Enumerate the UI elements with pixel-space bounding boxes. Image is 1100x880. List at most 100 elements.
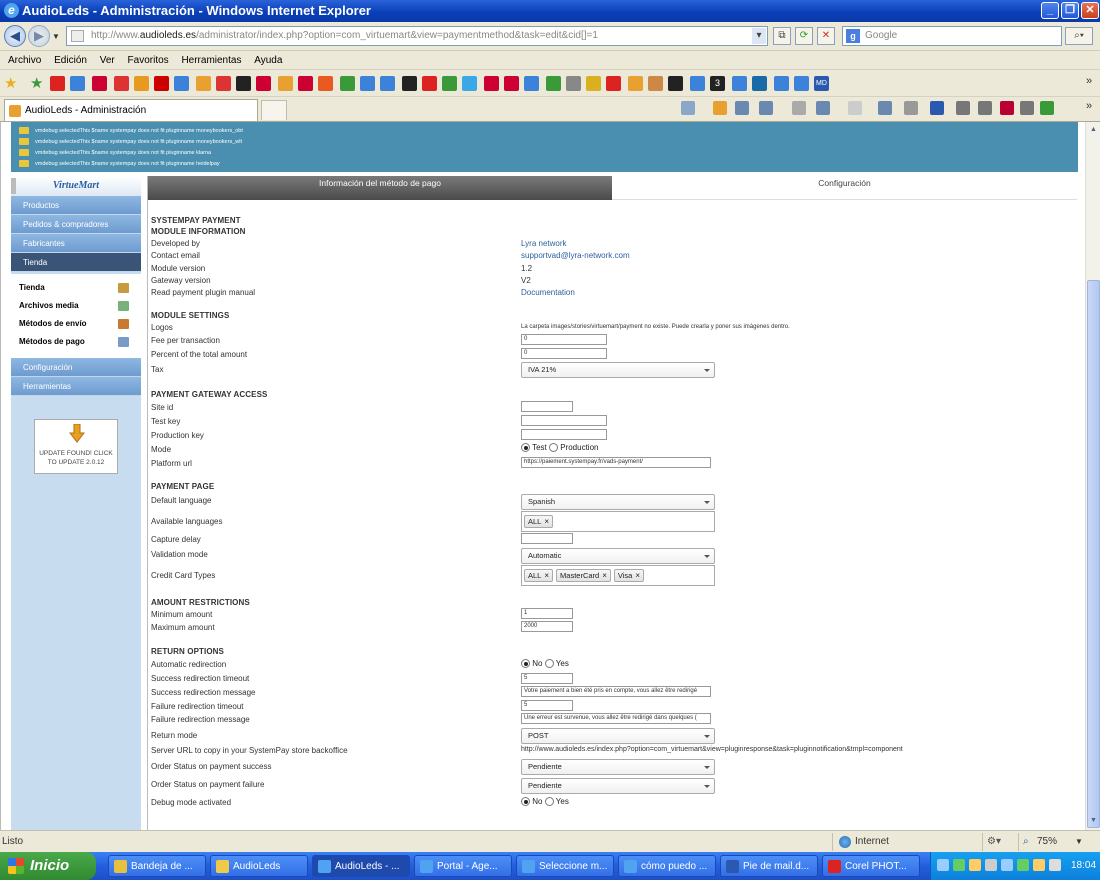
fav-icon-27[interactable] <box>566 76 581 91</box>
fav-icon-25[interactable] <box>524 76 539 91</box>
remove-chip-icon[interactable]: × <box>602 571 607 580</box>
read-mail-icon[interactable] <box>735 101 749 115</box>
minimize-button[interactable]: _ <box>1041 2 1059 19</box>
collapse-handle[interactable] <box>11 178 16 194</box>
volume-icon[interactable] <box>1049 859 1061 871</box>
fav-icon-16[interactable] <box>340 76 355 91</box>
fav-icon-35[interactable] <box>732 76 747 91</box>
fav-icon-38[interactable] <box>794 76 809 91</box>
tab-audioleds[interactable]: AudioLeds - Administración <box>4 99 258 121</box>
mode-test-radio[interactable] <box>521 443 530 453</box>
adobe-icon[interactable] <box>114 76 129 91</box>
debug-yes-radio[interactable] <box>544 797 554 807</box>
order-status-success-select[interactable]: Pendiente <box>521 759 715 775</box>
tray-icon[interactable] <box>937 859 949 871</box>
fav-icon-33[interactable] <box>690 76 705 91</box>
production-key-input[interactable] <box>521 429 607 440</box>
remove-chip-icon[interactable]: × <box>635 571 640 580</box>
maximize-button[interactable]: ❐ <box>1061 2 1079 19</box>
fav-icon-23[interactable] <box>484 76 499 91</box>
help-icon[interactable] <box>930 101 944 115</box>
fav-icon-11[interactable] <box>236 76 251 91</box>
fav-icon-39[interactable]: MD <box>814 76 829 91</box>
stop-icon[interactable]: ✕ <box>817 27 835 45</box>
compat-view-icon[interactable]: ⧉ <box>773 27 791 45</box>
clock[interactable]: 18:04 <box>1071 852 1096 880</box>
failure-timeout-input[interactable]: 5 <box>521 700 573 711</box>
fav-icon-30[interactable] <box>628 76 643 91</box>
menu-favoritos[interactable]: Favoritos <box>128 55 169 66</box>
tray-icon[interactable] <box>985 859 997 871</box>
tray-icon[interactable] <box>1001 859 1013 871</box>
fav-icon-19[interactable] <box>402 76 417 91</box>
tab-configuracion[interactable]: Configuración <box>612 176 1077 200</box>
capture-delay-input[interactable] <box>521 533 573 544</box>
refresh-icon[interactable]: ⟳ <box>795 27 813 45</box>
taskbar-item[interactable]: Bandeja de ... <box>108 855 206 877</box>
zoom-icon[interactable] <box>759 101 773 115</box>
taskbar-item[interactable]: Pie de mail.d... <box>720 855 818 877</box>
maximum-amount-input[interactable]: 2000 <box>521 621 573 632</box>
menu-herramientas[interactable]: Herramientas <box>181 55 241 66</box>
subnav-metodos-envio[interactable]: Métodos de envío <box>19 315 133 333</box>
order-status-failure-select[interactable]: Pendiente <box>521 778 715 794</box>
protected-mode-cell[interactable]: ⚙▾ <box>982 833 1016 851</box>
fav-icon-4[interactable] <box>92 76 107 91</box>
sidebar-item-tienda[interactable]: Tienda <box>11 253 141 272</box>
forward-button[interactable]: ▶ <box>28 25 50 47</box>
platform-url-input[interactable]: https://paiement.systempay.fr/vads-payme… <box>521 457 711 468</box>
scroll-down-icon[interactable]: ▼ <box>1087 814 1100 828</box>
tray-icon[interactable] <box>1017 859 1029 871</box>
default-language-select[interactable]: Spanish <box>521 494 715 510</box>
new-tab-button[interactable] <box>261 100 287 120</box>
sidebar-item-pedidos[interactable]: Pedidos & compradores <box>11 215 141 234</box>
zoom-cell[interactable]: ⌕ 75% ▼ <box>1018 833 1084 851</box>
menu-ayuda[interactable]: Ayuda <box>254 55 282 66</box>
taskbar-item[interactable]: Seleccione m... <box>516 855 614 877</box>
fav-icon-21[interactable] <box>442 76 457 91</box>
search-input[interactable]: g Google <box>842 26 1062 46</box>
fav-icon-31[interactable] <box>648 76 663 91</box>
percent-input[interactable]: 0 <box>521 348 607 359</box>
fav-icon-37[interactable] <box>774 76 789 91</box>
twitter-icon[interactable] <box>462 76 477 91</box>
print-icon[interactable] <box>816 101 830 115</box>
fav-icon-20[interactable] <box>422 76 437 91</box>
sidebar-item-fabricantes[interactable]: Fabricantes <box>11 234 141 253</box>
success-timeout-input[interactable]: 5 <box>521 673 573 684</box>
vertical-scrollbar[interactable]: ▲ ▼ <box>1085 122 1100 830</box>
site-id-input[interactable] <box>521 401 573 412</box>
fav-icon-29[interactable] <box>606 76 621 91</box>
ie-fav-icon[interactable] <box>70 76 85 91</box>
remove-chip-icon[interactable]: × <box>544 571 549 580</box>
toolbar-overflow-icon[interactable]: » <box>1086 100 1092 112</box>
tray-icon[interactable] <box>953 859 965 871</box>
close-button[interactable]: ✕ <box>1081 2 1099 19</box>
fav-icon-17[interactable] <box>360 76 375 91</box>
back-button[interactable]: ◀ <box>4 25 26 47</box>
fav-icon-7[interactable] <box>154 76 169 91</box>
sidebar-item-herramientas[interactable]: Herramientas <box>11 377 141 396</box>
fav-icon-14[interactable] <box>298 76 313 91</box>
youtube-icon[interactable] <box>50 76 65 91</box>
subnav-tienda[interactable]: Tienda <box>19 279 133 297</box>
taskbar-item[interactable]: AudioLeds <box>210 855 308 877</box>
credit-card-types-multiselect[interactable]: ALL × MasterCard × Visa × <box>521 565 715 586</box>
validation-mode-select[interactable]: Automatic <box>521 548 715 564</box>
tax-select[interactable]: IVA 21% <box>521 362 715 378</box>
address-dropdown-icon[interactable]: ▾ <box>752 28 766 44</box>
remove-chip-icon[interactable]: × <box>544 517 549 526</box>
debug-no-radio[interactable] <box>521 797 530 807</box>
fav-icon-15[interactable] <box>318 76 333 91</box>
failure-message-input[interactable]: Une erreur est survenue, vous allez être… <box>521 713 711 724</box>
page-menu-icon[interactable] <box>848 101 862 115</box>
toolbar-icon-12[interactable] <box>978 101 992 115</box>
update-button[interactable]: UPDATE FOUND! CLICK TO UPDATE 2.0.12 <box>34 419 118 474</box>
feeds-icon[interactable] <box>713 101 727 115</box>
fee-input[interactable]: 0 <box>521 334 607 345</box>
subnav-archivos-media[interactable]: Archivos media <box>19 297 133 315</box>
imdb-icon[interactable] <box>586 76 601 91</box>
fav-icon-13[interactable] <box>278 76 293 91</box>
auto-redirection-yes-radio[interactable] <box>544 659 554 669</box>
scroll-up-icon[interactable]: ▲ <box>1087 123 1100 137</box>
